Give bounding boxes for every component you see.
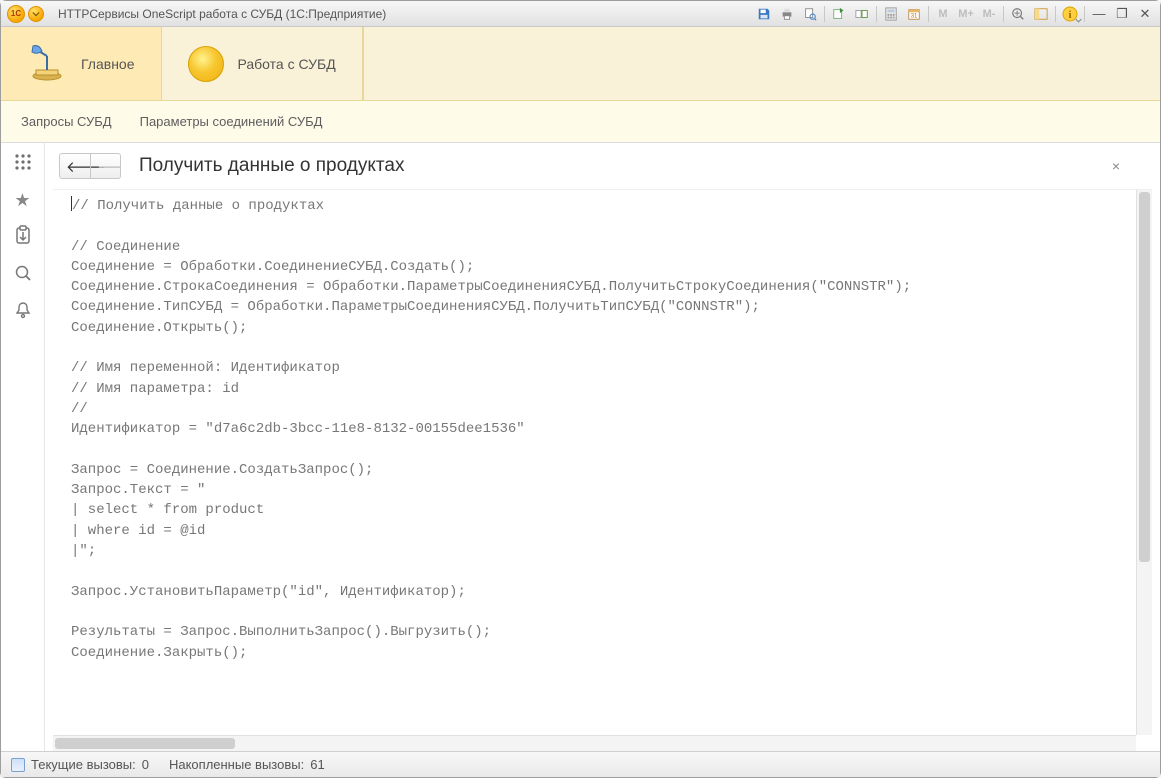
- bell-icon[interactable]: [14, 301, 32, 324]
- app-menu-dropdown[interactable]: [28, 6, 44, 22]
- code-area: // Получить данные о продуктах // Соедин…: [53, 189, 1152, 735]
- desk-lamp-icon: [27, 42, 67, 85]
- window-close-button[interactable]: ✕: [1136, 5, 1154, 23]
- print-icon[interactable]: [778, 5, 796, 23]
- status-current-calls-label: Текущие вызовы:: [31, 757, 136, 772]
- nav-history: 🡐 🡒: [59, 153, 121, 179]
- app-logo-icon[interactable]: 1C: [7, 5, 25, 23]
- scrollbar-thumb[interactable]: [55, 738, 235, 749]
- status-bar: Текущие вызовы: 0 Накопленные вызовы: 61: [1, 751, 1160, 777]
- help-icon[interactable]: i: [1061, 5, 1079, 23]
- status-db-icon: [11, 758, 25, 772]
- memory-mplus-button[interactable]: M+: [957, 5, 975, 23]
- tb-divider: [824, 6, 825, 22]
- calendar-icon[interactable]: 31: [905, 5, 923, 23]
- compare-icon[interactable]: [853, 5, 871, 23]
- vertical-scrollbar[interactable]: [1136, 190, 1152, 735]
- panels-icon[interactable]: [1032, 5, 1050, 23]
- scrollbar-thumb[interactable]: [1139, 192, 1150, 562]
- print-preview-icon[interactable]: [801, 5, 819, 23]
- nav-forward-button[interactable]: 🡒: [90, 154, 120, 178]
- grid-icon[interactable]: [14, 153, 32, 176]
- subnav-queries[interactable]: Запросы СУБД: [21, 114, 112, 129]
- title-bar-left: 1C: [7, 5, 44, 23]
- nav-back-button[interactable]: 🡐: [60, 154, 90, 178]
- code-text[interactable]: // Получить данные о продуктах // Соедин…: [71, 196, 1136, 663]
- save-icon[interactable]: [755, 5, 773, 23]
- calculator-icon[interactable]: [882, 5, 900, 23]
- coin-icon: [188, 46, 224, 82]
- horizontal-scrollbar[interactable]: [53, 735, 1136, 751]
- section-tab-main[interactable]: Главное: [1, 27, 162, 100]
- content-area: 🡐 🡒 Получить данные о продуктах × // Пол…: [45, 143, 1160, 751]
- title-bar: 1C HTTPСервисы OneScript работа с СУБД (…: [1, 1, 1160, 27]
- subnav-conn-params[interactable]: Параметры соединений СУБД: [140, 114, 323, 129]
- chevron-down-icon: [32, 10, 40, 18]
- svg-text:31: 31: [911, 12, 918, 19]
- tb-divider: [1055, 6, 1056, 22]
- page-close-button[interactable]: ×: [1112, 158, 1146, 174]
- left-rail: ★: [1, 143, 45, 751]
- tb-divider: [876, 6, 877, 22]
- svg-text:i: i: [1068, 9, 1071, 21]
- tb-divider: [1003, 6, 1004, 22]
- content-header: 🡐 🡒 Получить данные о продуктах ×: [53, 151, 1152, 189]
- section-tab-subd[interactable]: Работа с СУБД: [162, 27, 363, 100]
- window-minimize-button[interactable]: —: [1090, 5, 1108, 23]
- tb-divider: [1084, 6, 1085, 22]
- star-icon[interactable]: ★: [14, 190, 30, 211]
- memory-m-button[interactable]: M: [934, 5, 952, 23]
- memory-mminus-button[interactable]: M-: [980, 5, 998, 23]
- body: ★ 🡐 🡒 Получить данные о продуктах × // П…: [1, 143, 1160, 751]
- goto-icon[interactable]: [830, 5, 848, 23]
- status-current-calls-value: 0: [142, 757, 149, 772]
- window-title: HTTPСервисы OneScript работа с СУБД (1С:…: [58, 7, 386, 21]
- subnav: Запросы СУБД Параметры соединений СУБД: [1, 101, 1160, 143]
- page-title: Получить данные о продуктах: [139, 155, 404, 177]
- zoom-in-icon[interactable]: [1009, 5, 1027, 23]
- title-bar-tools: 31 M M+ M- i — ❐ ✕: [755, 5, 1154, 23]
- status-accumulated-calls-value: 61: [310, 757, 324, 772]
- section-tab-label: Главное: [81, 56, 135, 72]
- status-accumulated-calls-label: Накопленные вызовы:: [169, 757, 304, 772]
- section-tabs: Главное Работа с СУБД: [1, 27, 1160, 101]
- tb-divider: [928, 6, 929, 22]
- section-tabs-filler: [363, 27, 1160, 100]
- clipboard-icon[interactable]: [14, 225, 32, 250]
- window-restore-button[interactable]: ❐: [1113, 5, 1131, 23]
- section-tab-label: Работа с СУБД: [238, 56, 336, 72]
- code-scroll[interactable]: // Получить данные о продуктах // Соедин…: [53, 190, 1136, 735]
- search-icon[interactable]: [14, 264, 32, 287]
